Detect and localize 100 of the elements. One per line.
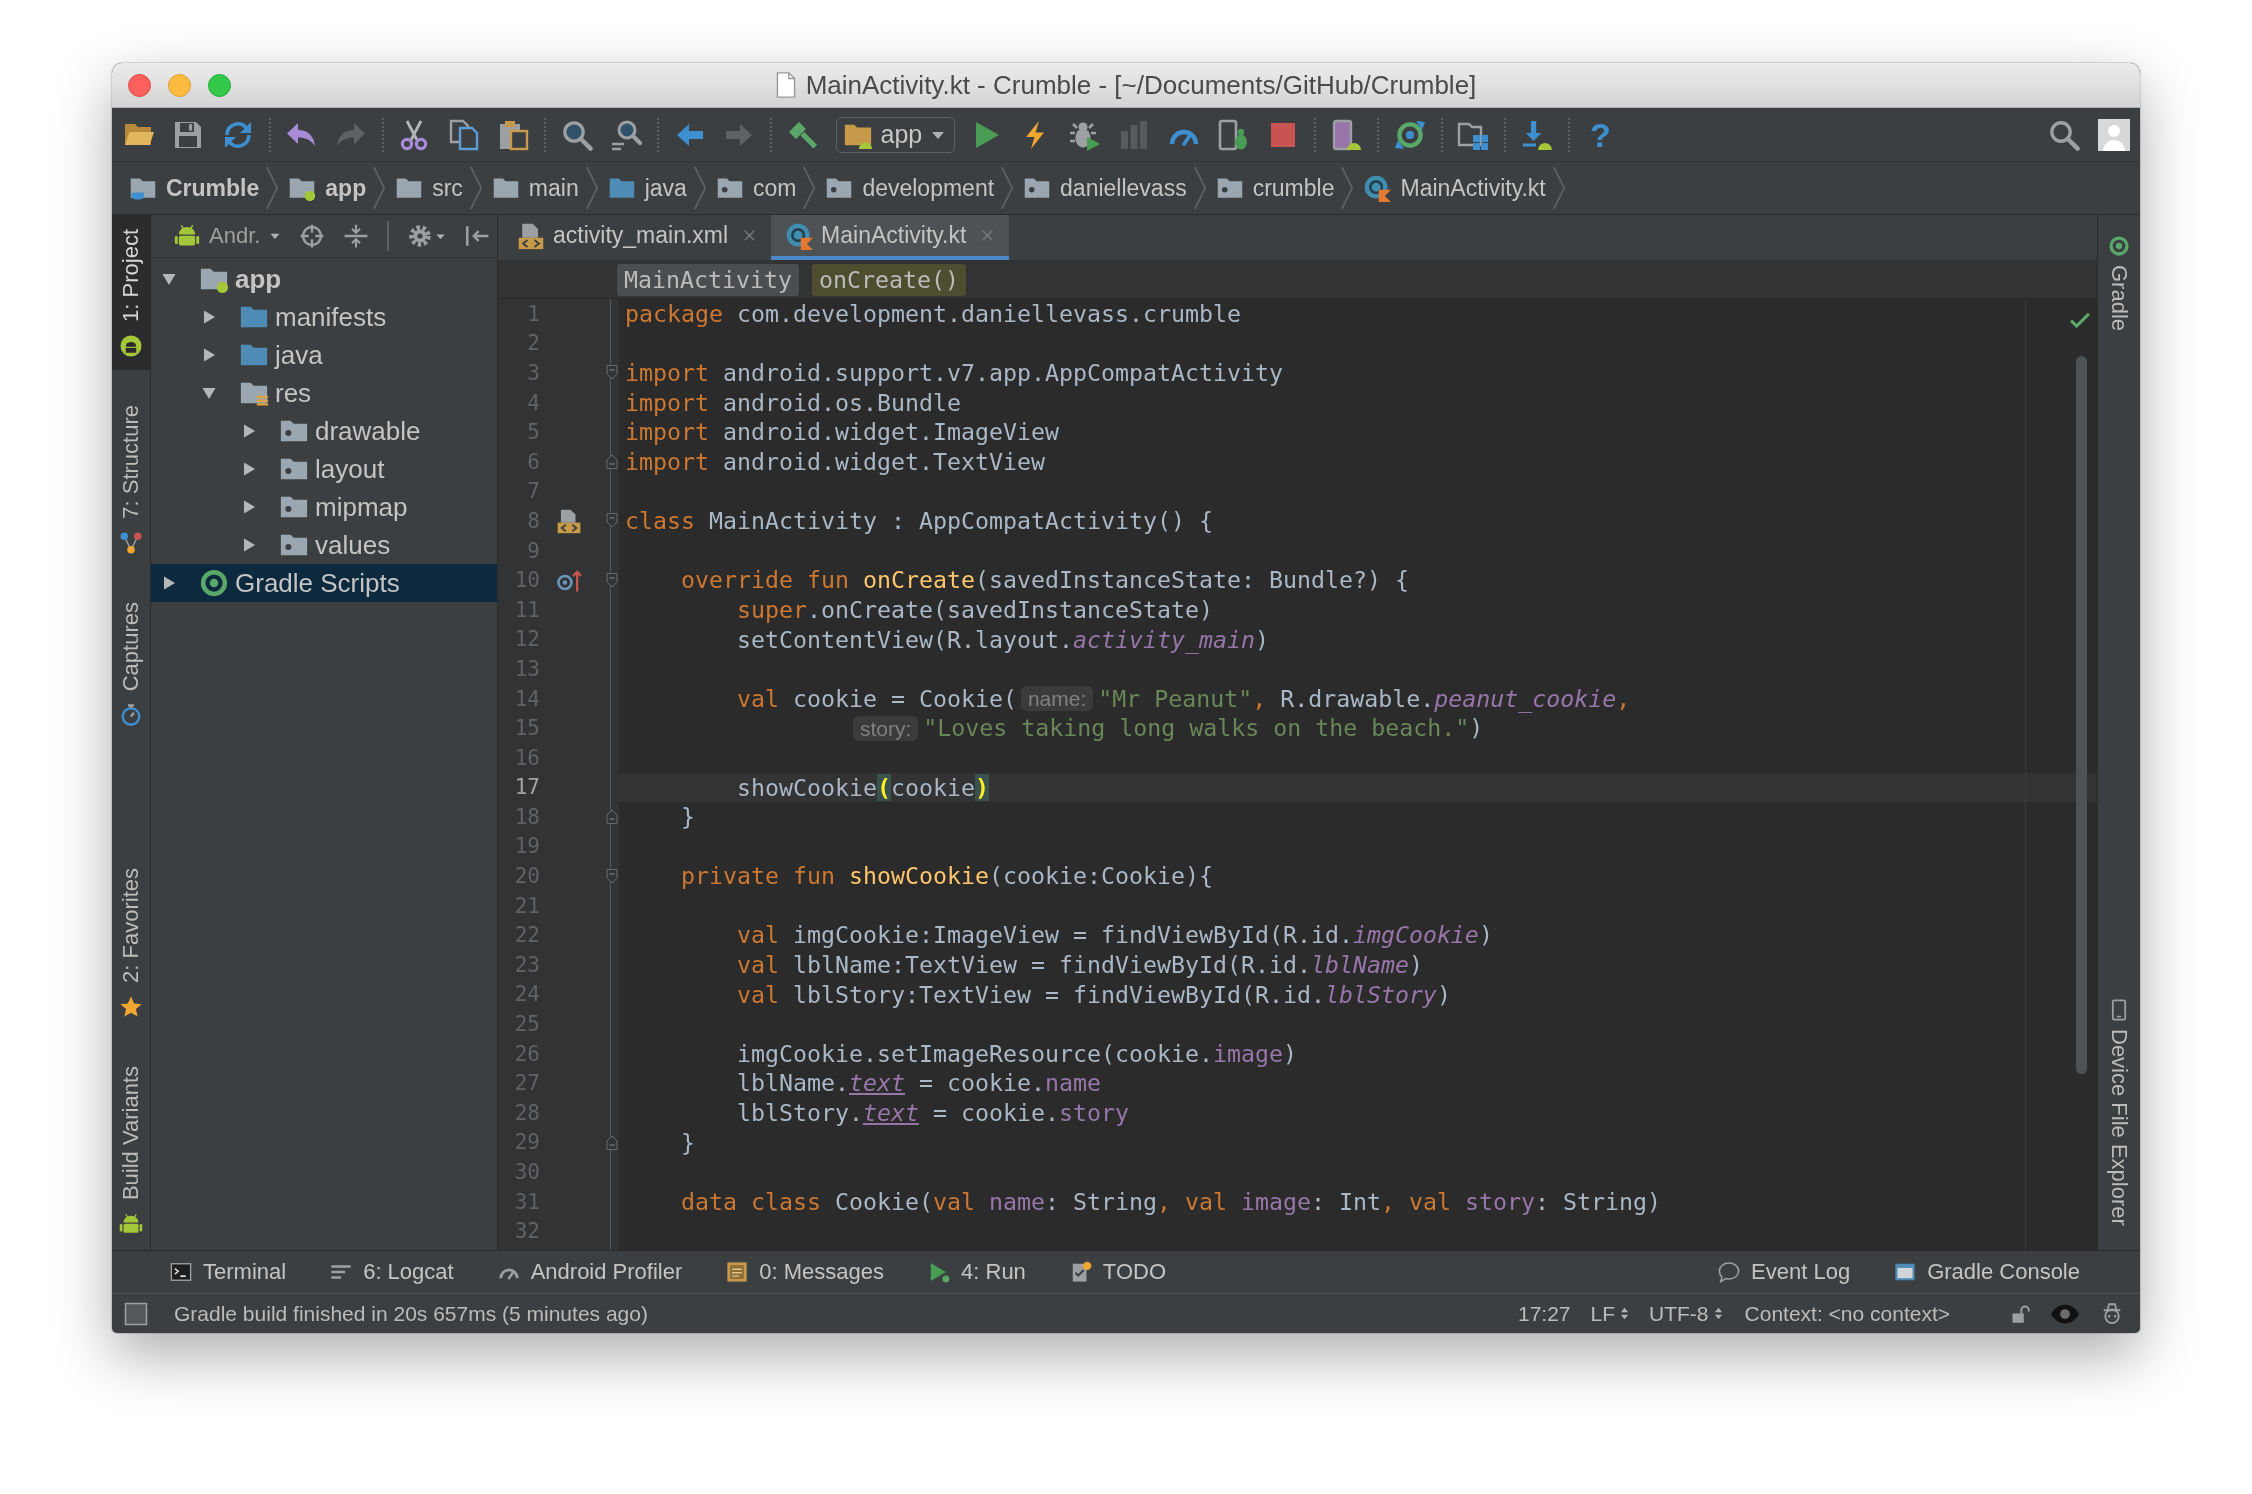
download-android-icon[interactable] [1520,118,1553,151]
disclosure-triangle-icon[interactable] [241,423,257,439]
code-breadcrumb[interactable]: MainActivity [617,263,799,296]
encoding-selector[interactable]: UTF-8 [1649,1301,1723,1326]
clipboard-icon[interactable] [497,118,530,151]
close-window-button[interactable] [128,73,151,97]
disclosure-triangle-icon[interactable] [201,385,217,401]
tool-window-tab[interactable]: Captures [112,587,150,739]
fold-marker-icon[interactable] [606,572,618,588]
document-icon [775,72,796,98]
ring-dot-icon [199,568,229,598]
breadcrumb-item[interactable]: daniellevass [1023,174,1187,202]
chevron-icon [692,167,707,209]
chevron-icon [584,167,599,209]
code-text: import android.os.Bundle [625,387,961,418]
tool-window-button[interactable]: Event Log [1718,1259,1851,1285]
chevron-icon [802,167,817,209]
breadcrumb-item[interactable]: MainActivity.kt [1363,174,1546,202]
fold-marker-icon[interactable] [606,513,618,529]
tool-window-button[interactable]: 4: Run [928,1259,1026,1285]
fold-marker-icon[interactable] [606,868,618,884]
disclosure-triangle-icon[interactable] [241,537,257,553]
tree-item[interactable]: drawable [151,412,497,450]
line-separator-selector[interactable]: LF [1590,1301,1630,1326]
collapse-all-icon[interactable] [343,223,370,249]
code-text: lblStory.text = cookie.story [736,1098,1129,1128]
hide-panel-icon[interactable] [464,223,491,249]
zoom-window-button[interactable] [208,73,231,97]
breadcrumb-item[interactable]: app [288,174,367,202]
tool-window-button[interactable]: 0: Messages [726,1259,885,1285]
code-breadcrumb[interactable]: onCreate() [812,263,966,296]
tool-window-tab[interactable]: 1: Project [112,215,150,370]
android-icon [119,1212,143,1236]
search-replace-icon[interactable] [610,118,643,151]
disclosure-triangle-icon[interactable] [241,499,257,515]
breadcrumb-item[interactable]: com [715,174,797,202]
code-text: showCookie(cookie) [736,772,989,803]
tool-window-tab[interactable]: Build Variants [112,1051,150,1248]
help-button[interactable]: ? [1584,116,1617,153]
fold-marker-icon[interactable] [606,1134,618,1150]
tool-window-tab[interactable]: Device File Explorer [2098,999,2140,1226]
tool-window-button[interactable]: TODO [1069,1259,1166,1285]
breadcrumb-item[interactable]: src [395,174,463,202]
tree-item[interactable]: app [151,260,497,298]
editor-tab[interactable]: MainActivity.kt [771,215,1010,260]
view-dropdown[interactable]: Andr. [174,223,282,249]
message-board-icon [726,1261,749,1283]
breadcrumb-item[interactable]: crumble [1215,174,1335,202]
panel-toggle-icon[interactable] [124,1301,148,1326]
disclosure-triangle-icon[interactable] [161,575,177,591]
xml-file-icon[interactable] [556,507,582,534]
tree-item[interactable]: Gradle Scripts [151,564,497,602]
tree-item[interactable]: java [151,336,497,374]
chevron-icon [265,167,280,209]
code-text: setContentView(R.layout.activity_main) [736,624,1269,655]
window-title: MainActivity.kt - Crumble - [~/Documents/GitHub/Crumble] [805,69,1477,101]
fold-marker-icon[interactable] [606,809,618,825]
settings-icon[interactable] [407,223,434,249]
code-text: private fun showCookie(cookie:Cookie){ [681,861,1213,891]
tool-window-button[interactable]: Terminal [170,1259,287,1285]
code-text: "Mr Peanut", R.drawable.peanut_cookie, [1098,683,1631,714]
tool-window-tab[interactable]: 2: Favorites [112,853,150,1031]
tool-window-button[interactable]: Android Profiler [497,1259,683,1285]
code-text: override fun onCreate(savedInstanceState: Bundle?) { [681,565,1409,595]
code-text: val imgCookie:ImageView = findViewById(R.id.imgCookie) [736,920,1493,951]
scrollbar-thumb[interactable] [2076,356,2087,1074]
breadcrumb-item[interactable]: java [607,174,687,202]
chevron-icon [468,167,483,209]
fold-marker-icon[interactable] [606,454,618,470]
lock-icon[interactable] [2010,1303,2030,1324]
crosshair-icon[interactable] [299,223,326,249]
sync-ring-icon[interactable] [1393,118,1426,151]
tree-item[interactable]: layout [151,450,497,488]
tool-window-button[interactable]: Gradle Console [1894,1259,2080,1285]
inlay-hint: name: [1020,686,1094,711]
run-config-dropdown[interactable]: app [835,116,956,153]
tool-window-tab[interactable]: Gradle [2098,235,2140,332]
editor-tab[interactable]: activity_main.xml [503,215,772,260]
breadcrumb-item[interactable]: main [491,174,579,202]
tool-window-button[interactable]: 6: Logcat [330,1259,454,1285]
copy-icon[interactable] [447,118,480,151]
caret-position[interactable]: 17:27 [1517,1301,1571,1326]
breadcrumb-item[interactable]: Crumble [129,174,260,202]
tree-item[interactable]: manifests [151,298,497,336]
disclosure-triangle-icon[interactable] [241,461,257,477]
disclosure-triangle-icon[interactable] [161,271,177,287]
breadcrumb-item[interactable]: development [825,174,995,202]
tree-item[interactable]: mipmap [151,488,497,526]
tree-item[interactable]: values [151,526,497,564]
tree-item[interactable]: res [151,374,497,412]
search-icon[interactable] [2048,118,2080,151]
disclosure-triangle-icon[interactable] [201,309,217,325]
fold-marker-icon[interactable] [606,365,618,381]
search-icon[interactable] [560,118,593,151]
user-avatar-icon[interactable] [2098,118,2130,151]
phone-bug-icon[interactable] [1217,118,1250,151]
disclosure-triangle-icon[interactable] [201,347,217,363]
class-file-icon [785,221,814,250]
tool-window-tab[interactable]: 7: Structure [112,390,150,567]
phone-android-icon[interactable] [1330,118,1363,151]
